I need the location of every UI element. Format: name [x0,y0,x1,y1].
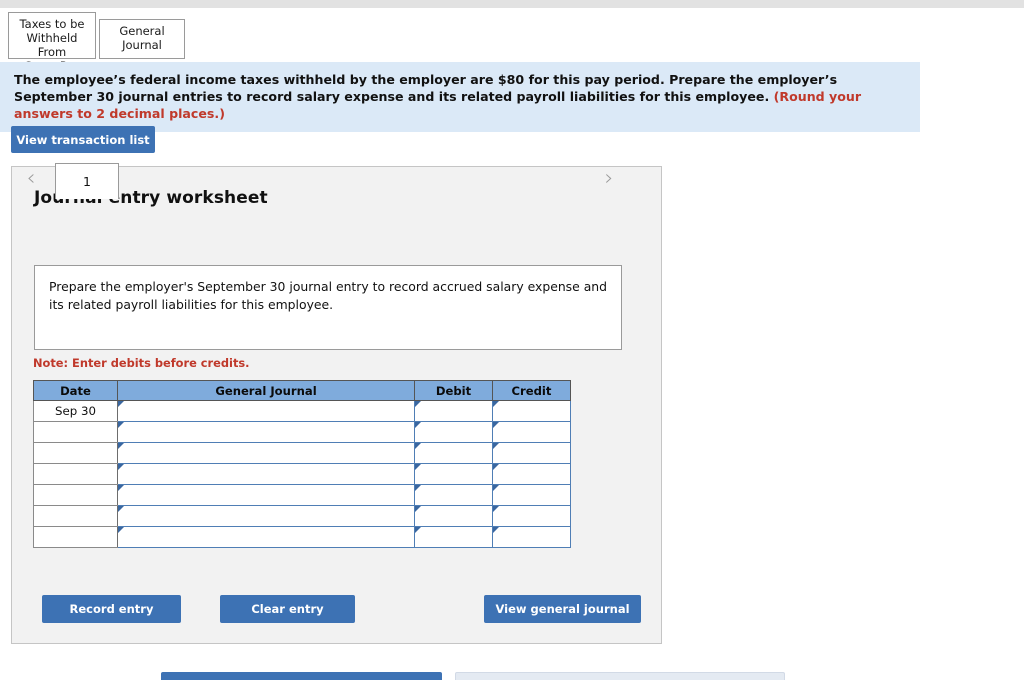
input-credit[interactable] [492,526,571,548]
input-debit[interactable] [414,442,493,464]
cell-date: Sep 30 [33,400,118,422]
column-header-credit: Credit [492,380,571,401]
input-credit[interactable] [492,463,571,485]
input-credit[interactable] [492,505,571,527]
top-gray-strip [0,0,1024,8]
cell-date [33,463,118,485]
input-general-journal[interactable] [117,463,415,485]
input-debit[interactable] [414,484,493,506]
input-credit[interactable] [492,442,571,464]
worksheet-page-tab-1[interactable]: 1 [55,163,119,199]
instruction-text: The employee’s federal income taxes with… [14,72,838,104]
tab-bar: Taxes to be Withheld From Gross Pay Gene… [8,12,185,73]
cell-date [33,505,118,527]
page-root: Taxes to be Withheld From Gross Pay Gene… [0,0,1024,680]
clear-entry-button[interactable]: Clear entry [220,595,355,623]
bottom-secondary-button-partial[interactable] [455,672,785,680]
input-general-journal[interactable] [117,505,415,527]
chevron-left-icon[interactable]: ‹ [22,166,40,192]
input-debit[interactable] [414,421,493,443]
chevron-right-icon[interactable]: › [600,166,618,192]
journal-entry-table: Date General Journal Debit Credit Sep 30 [33,380,571,548]
debits-before-credits-note: Note: Enter debits before credits. [33,356,250,370]
table-row [33,505,571,527]
input-general-journal[interactable] [117,526,415,548]
input-general-journal[interactable] [117,421,415,443]
record-entry-button[interactable]: Record entry [42,595,181,623]
column-header-general-journal: General Journal [117,380,415,401]
instruction-banner: The employee’s federal income taxes with… [0,62,920,132]
input-general-journal[interactable] [117,442,415,464]
cell-date [33,484,118,506]
input-general-journal[interactable] [117,484,415,506]
cell-date [33,442,118,464]
bottom-primary-button-partial[interactable] [161,672,442,680]
view-transaction-list-button[interactable]: View transaction list [11,126,155,153]
input-debit[interactable] [414,526,493,548]
input-credit[interactable] [492,400,571,422]
table-row [33,526,571,548]
column-header-debit: Debit [414,380,493,401]
cell-date [33,526,118,548]
column-header-date: Date [33,380,118,401]
input-debit[interactable] [414,505,493,527]
tab-taxes-to-be-withheld[interactable]: Taxes to be Withheld From Gross Pay [8,12,96,73]
table-header-row: Date General Journal Debit Credit [33,380,571,401]
view-general-journal-button[interactable]: View general journal [484,595,641,623]
input-general-journal[interactable] [117,400,415,422]
journal-entry-worksheet-panel: Journal entry worksheet Prepare the empl… [11,166,662,644]
tab-general-journal[interactable]: General Journal [99,19,185,59]
input-credit[interactable] [492,484,571,506]
cell-date [33,421,118,443]
table-row [33,463,571,485]
table-row [33,442,571,464]
input-credit[interactable] [492,421,571,443]
table-row: Sep 30 [33,400,571,422]
table-row [33,484,571,506]
worksheet-prompt-text: Prepare the employer's September 30 jour… [49,279,608,312]
table-row [33,421,571,443]
worksheet-prompt-box: Prepare the employer's September 30 jour… [34,265,622,350]
input-debit[interactable] [414,400,493,422]
input-debit[interactable] [414,463,493,485]
